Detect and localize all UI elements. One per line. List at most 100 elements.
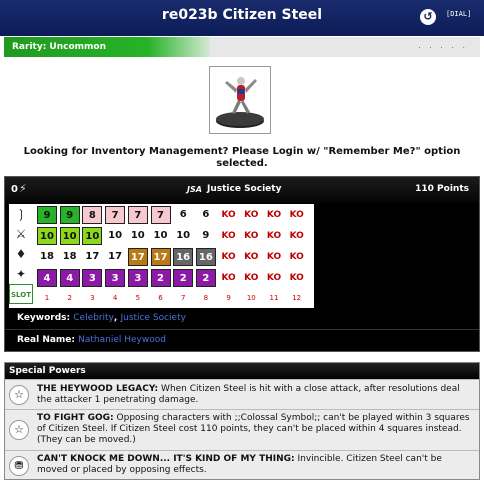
slot-number: 6 <box>158 294 163 302</box>
refresh-icon[interactable]: ↺ <box>420 9 436 25</box>
dial-cell-attack: 10 <box>173 227 194 245</box>
dial-cell-speed: 9 <box>37 206 57 224</box>
power-text: TO FIGHT GOG: Opposing characters with ;… <box>37 413 471 446</box>
dial-cell-speed: KO <box>264 206 284 224</box>
dial-cell-damage: KO <box>286 269 307 287</box>
dial-cell-attack: 10 <box>127 227 148 245</box>
dial-cell-attack: 10 <box>37 227 57 245</box>
dial-cell-damage: 4 <box>37 269 57 287</box>
power-row: ⛃ CAN'T KNOCK ME DOWN... IT'S KIND OF MY… <box>5 450 479 479</box>
stat-card-header: 0 ⚡ JSA Justice Society 110 Points <box>5 177 479 203</box>
power-name: CAN'T KNOCK ME DOWN... IT'S KIND OF MY T… <box>37 454 295 464</box>
dial-cell-defense: 18 <box>37 248 57 266</box>
dial-cell-damage: KO <box>241 269 262 287</box>
dial-cell-damage: 2 <box>195 269 216 287</box>
title-bar: re023b Citizen Steel ↺ [DIAL] <box>0 0 484 36</box>
dial-cell-speed: 6 <box>173 206 194 224</box>
rarity-dots: . . . . . <box>418 41 468 50</box>
point-value: 110 Points <box>415 184 469 194</box>
rarity-label: Rarity: Uncommon <box>4 37 210 57</box>
dial-cell-damage: 3 <box>105 269 126 287</box>
dial-cell-attack: KO <box>286 227 307 245</box>
real-name-link[interactable]: Nathaniel Heywood <box>78 335 166 345</box>
dial-cell-damage: 2 <box>150 269 171 287</box>
power-text: THE HEYWOOD LEGACY: When Citizen Steel i… <box>37 384 471 406</box>
special-powers-title: Special Powers <box>5 363 479 379</box>
damage-icon: ✦ <box>15 267 27 281</box>
dial-cell-defense: 17 <box>150 248 171 266</box>
slot-number: 7 <box>180 294 186 302</box>
slot-number: 3 <box>90 294 95 302</box>
real-name-label: Real Name: <box>17 335 76 345</box>
range-bolt-icon: ⚡ <box>19 182 27 195</box>
dial-cell-attack: 10 <box>105 227 126 245</box>
page-title: re023b Citizen Steel <box>161 7 323 23</box>
dial-cell-defense: 17 <box>105 248 126 266</box>
power-row: ☆ THE HEYWOOD LEGACY: When Citizen Steel… <box>5 379 479 409</box>
slot-number: 5 <box>135 294 141 302</box>
combat-dial: ❳ ⚔ ♦ ✦ SLOT 9 9 8 7 7 7 6 6 KO KO KO KO 10 10 10 10 10 1… <box>9 204 314 308</box>
defense-icon: ♦ <box>15 247 27 261</box>
dial-cell-damage: 4 <box>59 269 80 287</box>
power-name: THE HEYWOOD LEGACY: <box>37 384 159 394</box>
keyword-link[interactable]: Justice Society <box>120 313 185 323</box>
dial-cell-attack: 10 <box>150 227 171 245</box>
power-text: CAN'T KNOCK ME DOWN... IT'S KIND OF MY T… <box>37 454 471 476</box>
shield-icon: ⛃ <box>9 456 29 476</box>
dial-cell-speed: KO <box>241 206 262 224</box>
power-name: TO FIGHT GOG: <box>37 413 114 423</box>
dial-cell-attack: KO <box>264 227 284 245</box>
dial-cell-speed: 7 <box>105 206 126 224</box>
keywords-row: Keywords: Celebrity, Justice Society <box>5 308 479 328</box>
team-abbr: JSA <box>187 185 202 194</box>
slot-number: 4 <box>112 294 118 302</box>
dial-cell-damage: 2 <box>173 269 194 287</box>
dial-cell-speed: 7 <box>127 206 148 224</box>
keyword-link[interactable]: Celebrity <box>73 313 114 323</box>
dial-cell-speed: 9 <box>59 206 80 224</box>
dial-cell-defense: 16 <box>195 248 216 266</box>
speed-icon: ❳ <box>15 207 27 221</box>
dial-cell-defense: KO <box>264 248 284 266</box>
real-name-row: Real Name: Nathaniel Heywood <box>5 329 479 349</box>
dial-cell-defense: KO <box>241 248 262 266</box>
dial-cell-defense: KO <box>218 248 239 266</box>
dial-cell-speed: 7 <box>150 206 171 224</box>
dial-cell-defense: 18 <box>59 248 80 266</box>
slot-number: 1 <box>44 294 50 302</box>
slot-number: 12 <box>292 294 302 302</box>
rarity-bar: Rarity: Uncommon . . . . . <box>4 37 480 57</box>
dial-cell-damage: KO <box>218 269 239 287</box>
stat-icon-column: ❳ ⚔ ♦ ✦ SLOT <box>9 204 33 304</box>
slot-label: SLOT <box>9 284 33 304</box>
dial-cell-attack: 10 <box>82 227 103 245</box>
stat-card: 0 ⚡ JSA Justice Society 110 Points ❳ ⚔ ♦… <box>4 176 480 352</box>
attack-icon: ⚔ <box>15 227 27 241</box>
dial-link[interactable]: [DIAL] <box>446 10 471 18</box>
special-powers-panel: Special Powers ☆ THE HEYWOOD LEGACY: Whe… <box>4 362 480 480</box>
dial-cell-defense: 16 <box>173 248 194 266</box>
dial-cell-damage: 3 <box>82 269 103 287</box>
slot-number: 8 <box>203 294 209 302</box>
dial-cell-speed: KO <box>218 206 239 224</box>
slot-number: 11 <box>269 294 279 302</box>
power-row: ☆ TO FIGHT GOG: Opposing characters with… <box>5 409 479 450</box>
dial-cell-damage: 3 <box>127 269 148 287</box>
dial-cell-speed: 8 <box>82 206 103 224</box>
dial-cell-attack: 10 <box>59 227 80 245</box>
star-icon: ☆ <box>9 420 29 440</box>
dial-cell-damage: KO <box>264 269 284 287</box>
dial-cell-attack: KO <box>241 227 262 245</box>
slot-number: 2 <box>67 294 72 302</box>
dial-cell-defense: KO <box>286 248 307 266</box>
slot-number: 9 <box>226 294 231 302</box>
inventory-notice: Looking for Inventory Management? Please… <box>23 146 461 169</box>
star-icon: ☆ <box>9 385 29 405</box>
keywords-label: Keywords: <box>17 313 71 323</box>
range-value: 0 <box>11 184 18 195</box>
dial-cell-speed: 6 <box>195 206 216 224</box>
dial-cell-speed: KO <box>286 206 307 224</box>
dial-cell-defense: 17 <box>127 248 148 266</box>
dial-cell-defense: 17 <box>82 248 103 266</box>
dial-cell-attack: 9 <box>195 227 216 245</box>
